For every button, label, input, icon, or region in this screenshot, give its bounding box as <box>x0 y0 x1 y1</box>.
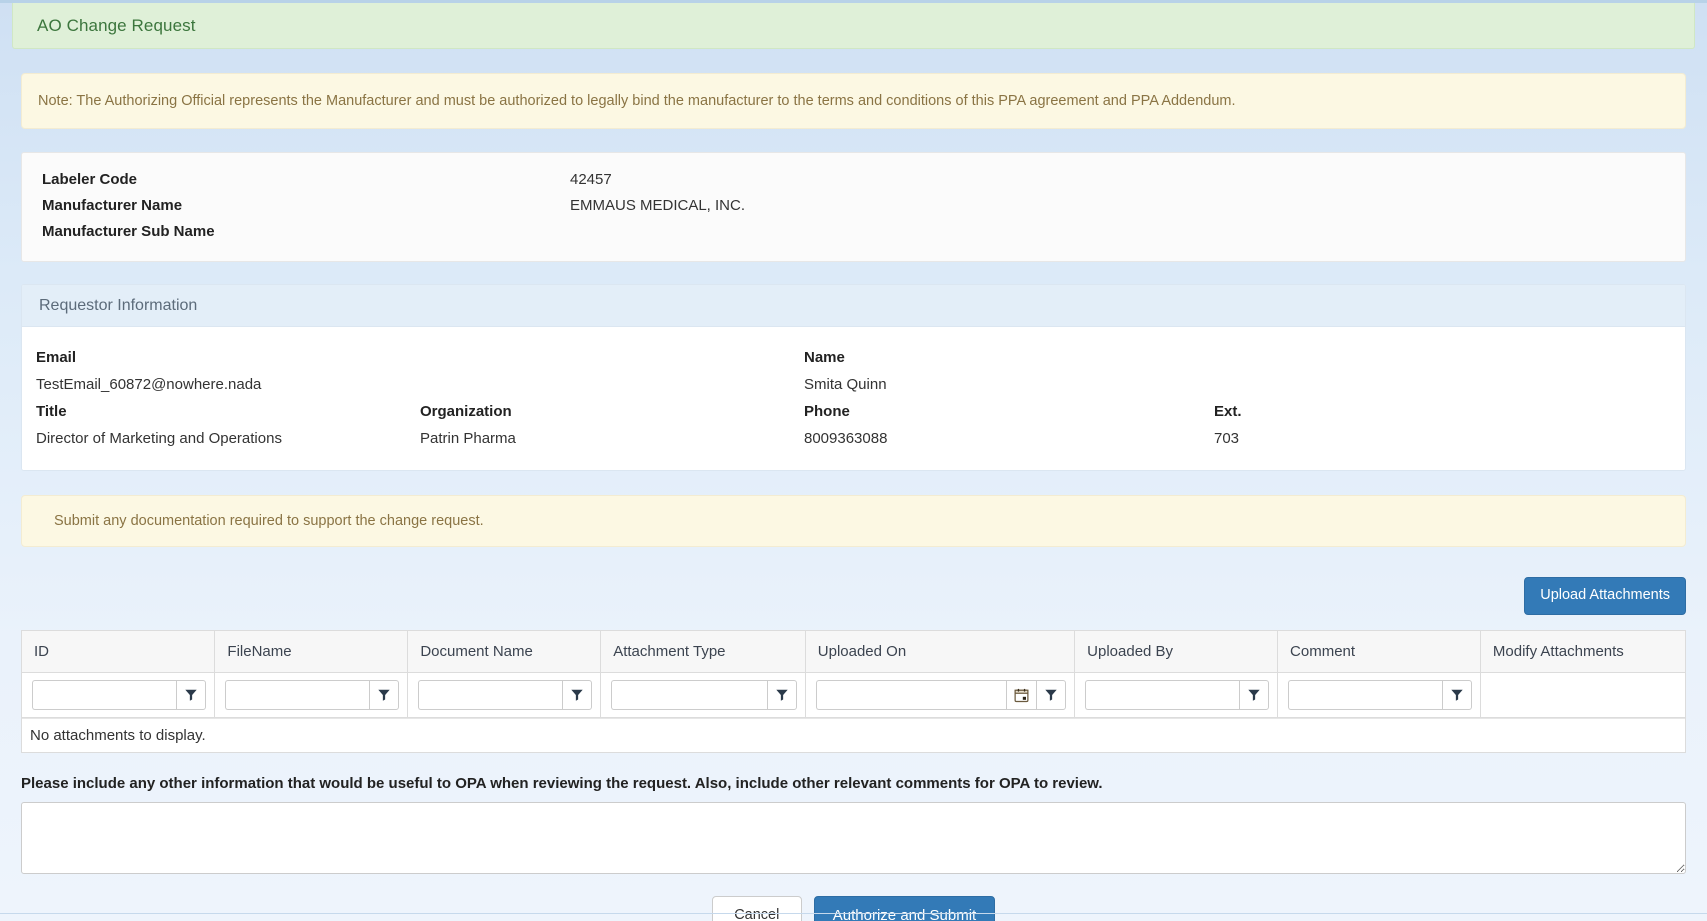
filter-input-document-name[interactable] <box>418 680 563 711</box>
filter-input-filename[interactable] <box>225 680 370 711</box>
page-title: AO Change Request <box>37 15 196 35</box>
attachments-header-row: ID FileName Document Name Attachment Typ… <box>22 630 1685 674</box>
column-header-modify-attachments: Modify Attachments <box>1480 630 1685 674</box>
note-alert-text: Note: The Authorizing Official represent… <box>38 93 1236 109</box>
filter-input-uploaded-on[interactable] <box>815 680 1007 711</box>
filter-input-comment[interactable] <box>1288 680 1442 711</box>
filter-cell-id <box>22 672 216 719</box>
manufacturer-row-labeler-code: Labeler Code 42457 <box>22 167 1685 193</box>
docs-alert-text: Submit any documentation required to sup… <box>54 513 484 530</box>
manufacturer-name-value: EMMAUS MEDICAL, INC. <box>570 197 746 215</box>
comments-label: Please include any other information tha… <box>21 775 1103 793</box>
filter-funnel-icon-uploaded-on[interactable] <box>1036 680 1067 711</box>
labeler-code-label: Labeler Code <box>42 171 138 189</box>
upload-attachments-button[interactable]: Upload Attachments <box>1524 577 1686 615</box>
column-header-id[interactable]: ID <box>22 630 216 674</box>
column-header-attachment-type[interactable]: Attachment Type <box>600 630 806 674</box>
filter-cell-document-name <box>407 672 602 719</box>
calendar-icon-uploaded-on[interactable] <box>1006 680 1037 711</box>
requestor-information-header: Requestor Information <box>22 285 1685 328</box>
filter-funnel-icon-attachment-type[interactable] <box>766 680 797 711</box>
ext-value: 703 <box>1214 430 1240 448</box>
page-header-banner: AO Change Request <box>12 3 1695 49</box>
cancel-button[interactable]: Cancel <box>711 896 802 921</box>
manufacturer-info-panel: Labeler Code 42457 Manufacturer Name EMM… <box>21 152 1686 263</box>
title-value: Director of Marketing and Operations <box>36 430 282 448</box>
requestor-row-values-2: Director of Marketing and Operations Pat… <box>22 425 1685 452</box>
ext-label: Ext. <box>1214 403 1242 421</box>
labeler-code-value: 42457 <box>570 171 612 189</box>
email-label: Email <box>36 349 77 367</box>
filter-funnel-icon-document-name[interactable] <box>562 680 593 711</box>
manufacturer-name-label: Manufacturer Name <box>42 197 183 215</box>
page-root: AO Change Request Note: The Authorizing … <box>0 0 1707 921</box>
title-label: Title <box>36 403 67 421</box>
bottom-rule <box>0 913 1707 914</box>
filter-input-uploaded-by[interactable] <box>1085 680 1240 711</box>
spacer-value-2 <box>1214 371 1474 398</box>
manufacturer-row-name: Manufacturer Name EMMAUS MEDICAL, INC. <box>22 193 1685 219</box>
column-header-uploaded-on[interactable]: Uploaded On <box>805 630 1076 674</box>
attachments-filter-row <box>22 672 1685 719</box>
filter-cell-attachment-type <box>600 672 806 719</box>
attachments-table: ID FileName Document Name Attachment Typ… <box>22 630 1685 719</box>
organization-label: Organization <box>420 403 512 421</box>
column-header-document-name[interactable]: Document Name <box>407 630 602 674</box>
requestor-information-body: Email Name TestEmail_60872@nowhere.nada … <box>22 327 1685 471</box>
form-action-buttons: Cancel Authorize and Submit <box>0 896 1707 921</box>
email-value: TestEmail_60872@nowhere.nada <box>36 376 262 394</box>
column-header-uploaded-by[interactable]: Uploaded By <box>1074 630 1279 674</box>
manufacturer-row-sub-name: Manufacturer Sub Name <box>22 219 1685 245</box>
requestor-row-labels-2: Title Organization Phone Ext. <box>22 398 1685 425</box>
filter-cell-filename <box>214 672 409 719</box>
name-value: Smita Quinn <box>804 376 887 394</box>
requestor-information-title: Requestor Information <box>39 296 198 314</box>
phone-label: Phone <box>804 403 850 421</box>
authorizing-official-note-alert: Note: The Authorizing Official represent… <box>21 73 1686 130</box>
filter-cell-uploaded-on <box>805 672 1076 719</box>
column-header-filename[interactable]: FileName <box>214 630 409 674</box>
column-header-comment[interactable]: Comment <box>1277 630 1481 674</box>
filter-input-attachment-type[interactable] <box>611 680 767 711</box>
filter-funnel-icon-comment[interactable] <box>1441 680 1472 711</box>
requestor-information-panel: Requestor Information Email Name TestEma… <box>21 284 1686 472</box>
requestor-row-values-1: TestEmail_60872@nowhere.nada Smita Quinn <box>22 371 1685 398</box>
upload-button-row: Upload Attachments <box>21 577 1686 615</box>
filter-input-id[interactable] <box>32 680 177 711</box>
filter-cell-uploaded-by <box>1074 672 1279 719</box>
manufacturer-sub-name-label: Manufacturer Sub Name <box>42 223 215 241</box>
spacer-value-1 <box>420 371 804 398</box>
filter-funnel-icon-uploaded-by[interactable] <box>1239 680 1270 711</box>
comments-textarea[interactable] <box>21 802 1686 875</box>
authorize-and-submit-button[interactable]: Authorize and Submit <box>813 896 996 921</box>
attachments-empty-message: No attachments to display. <box>22 718 1685 753</box>
organization-value: Patrin Pharma <box>420 430 516 448</box>
name-label: Name <box>804 349 845 367</box>
filter-funnel-icon-id[interactable] <box>176 680 207 711</box>
filter-cell-modify-attachments <box>1480 672 1685 719</box>
filter-funnel-icon-filename[interactable] <box>369 680 400 711</box>
requestor-row-labels-1: Email Name <box>22 344 1685 371</box>
filter-cell-comment <box>1277 672 1481 719</box>
phone-value: 8009363088 <box>804 430 888 448</box>
submit-documentation-alert: Submit any documentation required to sup… <box>21 495 1686 548</box>
attachments-grid: ID FileName Document Name Attachment Typ… <box>21 629 1686 754</box>
